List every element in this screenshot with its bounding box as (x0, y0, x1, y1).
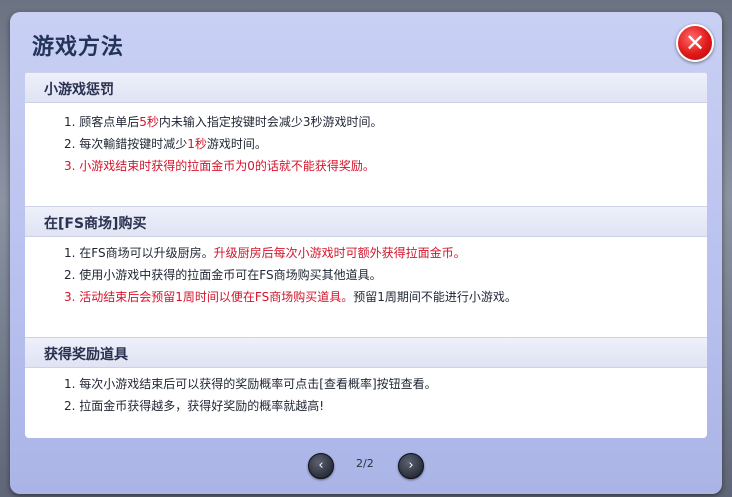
rule-line: 2. 拉面金币获得越多，获得好奖励的概率就越高! (64, 399, 325, 413)
rule-line: 2. 每次輸錯按键时减少1秒游戏时间。 (64, 137, 267, 151)
page-indicator: 2/2 (356, 457, 374, 470)
section-title: 在[FS商场]购买 (44, 216, 147, 232)
close-icon: ✕ (684, 29, 706, 57)
content-panel: 小游戏惩罚 1. 顾客点单后5秒内未输入指定按键时会减少3秒游戏时间。 2. 每… (25, 72, 707, 438)
chevron-right-icon: › (408, 458, 414, 473)
chevron-left-icon: ‹ (318, 458, 324, 473)
rule-line: 1. 每次小游戏结束后可以获得的奖励概率可点击[查看概率]按钮查看。 (64, 377, 437, 391)
section-title: 获得奖励道具 (44, 347, 128, 363)
section-header-minigame-penalty: 小游戏惩罚 (25, 72, 707, 103)
rule-line: 1. 顾客点单后5秒内未输入指定按键时会减少3秒游戏时间。 (64, 115, 383, 129)
section-header-fs-shop: 在[FS商场]购买 (25, 206, 707, 237)
rule-line: 3. 活动结束后会预留1周时间以便在FS商场购买道具。预留1周期间不能进行小游戏… (64, 290, 517, 304)
dialog-title: 游戏方法 (32, 35, 125, 60)
section-title: 小游戏惩罚 (44, 82, 114, 98)
rule-line: 1. 在FS商场可以升级厨房。升级厨房后每次小游戏时可额外获得拉面金币。 (64, 246, 466, 260)
close-button[interactable]: ✕ (676, 24, 714, 62)
prev-page-button[interactable]: ‹ (308, 453, 334, 479)
rule-line: 3. 小游戏结束时获得的拉面金币为0的话就不能获得奖励。 (64, 159, 375, 173)
next-page-button[interactable]: › (398, 453, 424, 479)
rule-line: 2. 使用小游戏中获得的拉面金币可在FS商场购买其他道具。 (64, 268, 382, 282)
section-header-reward-items: 获得奖励道具 (25, 337, 707, 368)
